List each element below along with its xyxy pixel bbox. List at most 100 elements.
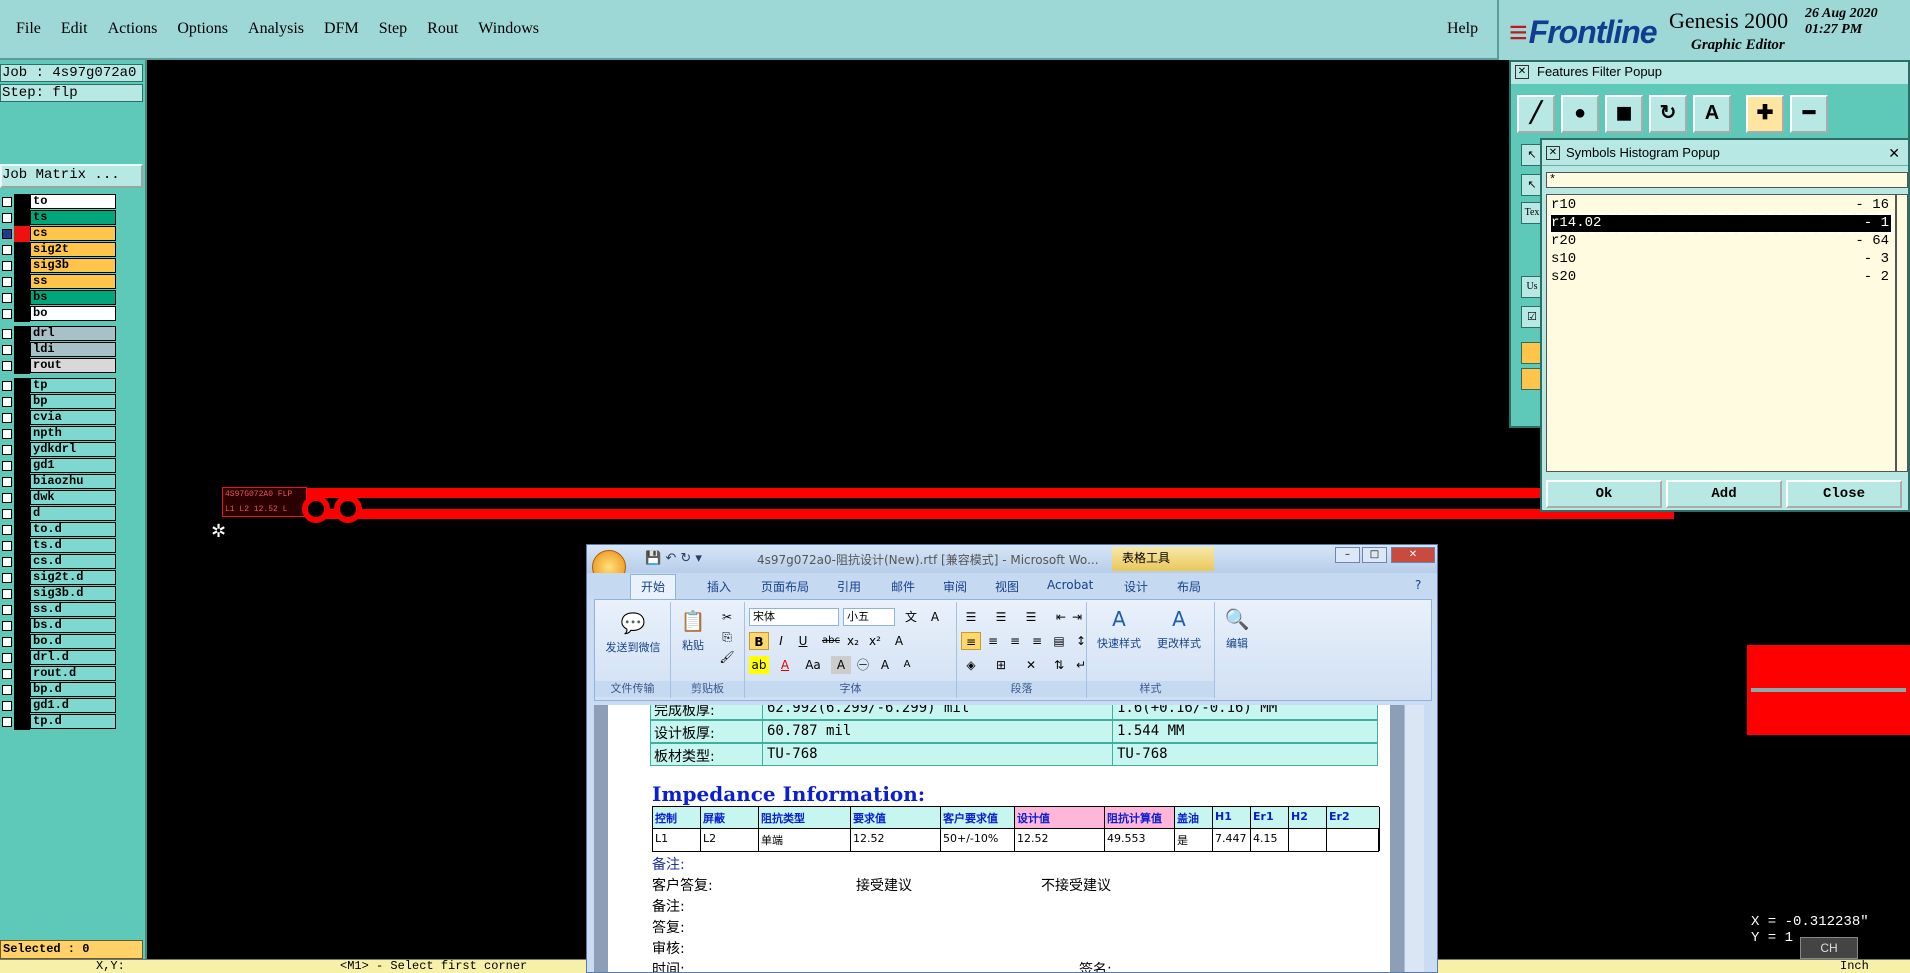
job-matrix-button[interactable]: Job Matrix ... — [0, 164, 143, 188]
layer-row[interactable]: drl — [0, 326, 118, 342]
layer-name[interactable]: sig2t.d — [30, 570, 116, 585]
layer-checkbox[interactable] — [2, 397, 12, 407]
multilevel-list-icon[interactable]: ☰ — [1021, 608, 1041, 626]
justify-icon[interactable]: ≡ — [1027, 632, 1047, 650]
wen-icon[interactable]: 文 — [901, 608, 921, 626]
font-name-select[interactable]: 宋体 — [749, 608, 839, 626]
highlight-icon[interactable]: ab — [749, 656, 769, 674]
layer-row[interactable]: sig3b.d — [0, 586, 118, 602]
layer-name[interactable]: ss — [30, 274, 116, 289]
layer-work-indicator[interactable] — [14, 342, 30, 358]
symbol-row[interactable]: r20 - 64 — [1551, 233, 1891, 250]
layer-checkbox[interactable] — [2, 509, 12, 519]
layer-name[interactable]: d — [30, 506, 116, 521]
layer-row[interactable]: bo.d — [0, 634, 118, 650]
layer-work-indicator[interactable] — [14, 650, 30, 666]
numbering-icon[interactable]: ☰ — [991, 608, 1011, 626]
close-icon[interactable]: ✕ — [1391, 547, 1435, 563]
layer-name[interactable]: ts — [30, 210, 116, 225]
minimize-icon[interactable]: – — [1335, 547, 1360, 563]
layer-checkbox[interactable] — [2, 557, 12, 567]
trace-top[interactable] — [307, 488, 1674, 498]
layer-checkbox[interactable] — [2, 685, 12, 695]
strikethrough-icon[interactable]: abc — [821, 632, 841, 650]
change-case-icon[interactable]: Aa — [803, 656, 823, 674]
pad-tool-icon[interactable]: ● — [1561, 95, 1599, 133]
menu-help[interactable]: Help — [1447, 20, 1478, 38]
close-icon[interactable]: ✕ — [1515, 65, 1529, 79]
layer-row[interactable]: gd1.d — [0, 698, 118, 714]
layer-work-indicator[interactable] — [14, 290, 30, 306]
menu-rout[interactable]: Rout — [417, 20, 468, 38]
layer-work-indicator[interactable] — [14, 306, 30, 322]
layer-name[interactable]: biaozhu — [30, 474, 116, 489]
layer-row[interactable]: sig2t — [0, 242, 118, 258]
layer-row[interactable]: to — [0, 194, 118, 210]
input-method-button[interactable]: CH — [1800, 937, 1858, 959]
paste-button[interactable]: 📋 粘贴 — [673, 608, 713, 653]
tab-design[interactable]: 设计 — [1124, 578, 1148, 595]
align-left-icon[interactable]: ≡ — [961, 632, 981, 650]
borders-icon[interactable]: ⊞ — [991, 656, 1011, 674]
layer-row[interactable]: ydkdrl — [0, 442, 118, 458]
bold-icon[interactable]: B — [749, 632, 769, 650]
symbol-row[interactable]: r14.02 - 1 — [1549, 213, 1893, 234]
layer-checkbox[interactable] — [2, 701, 12, 711]
chinese-layout-icon[interactable]: ✕ — [1021, 656, 1041, 674]
document-page[interactable]: 完成板厚: 62.992(6.299/-6.299) mil 1.6(+0.16… — [608, 705, 1390, 972]
superscript-icon[interactable]: x² — [865, 632, 885, 650]
increase-indent-icon[interactable]: ⇥ — [1067, 608, 1087, 626]
menu-analysis[interactable]: Analysis — [238, 20, 314, 38]
enclose-char-icon[interactable]: ㊀ — [853, 656, 873, 674]
layer-work-indicator[interactable] — [14, 258, 30, 274]
layer-row[interactable]: bs.d — [0, 618, 118, 634]
cut-icon[interactable]: ✂ — [717, 608, 737, 626]
layer-row[interactable]: d — [0, 506, 118, 522]
layer-name[interactable]: to — [30, 194, 116, 209]
format-painter-icon[interactable]: 🖌 — [717, 648, 737, 666]
layer-checkbox[interactable] — [2, 573, 12, 583]
tab-acrobat[interactable]: Acrobat — [1047, 578, 1093, 592]
layer-work-indicator[interactable] — [14, 226, 30, 242]
table-tools-tab[interactable]: 表格工具 — [1112, 547, 1214, 571]
subscript-icon[interactable]: x₂ — [843, 632, 863, 650]
layer-row[interactable]: rout — [0, 358, 118, 374]
layer-checkbox[interactable] — [2, 541, 12, 551]
layer-row[interactable]: ts — [0, 210, 118, 226]
underline-icon[interactable]: U — [793, 632, 813, 650]
arc-tool-icon[interactable]: ↻ — [1649, 95, 1687, 133]
layer-work-indicator[interactable] — [14, 394, 30, 410]
layer-name[interactable]: dwk — [30, 490, 116, 505]
layer-row[interactable]: dwk — [0, 490, 118, 506]
layer-name[interactable]: bs — [30, 290, 116, 305]
layer-name[interactable]: gd1.d — [30, 698, 116, 713]
line-tool-icon[interactable]: ╱ — [1517, 95, 1555, 133]
layer-name[interactable]: tp — [30, 378, 116, 393]
symbol-row[interactable]: r10 - 16 — [1551, 197, 1891, 214]
layer-work-indicator[interactable] — [14, 410, 30, 426]
layer-name[interactable]: tp.d — [30, 714, 116, 729]
layer-row[interactable]: ss — [0, 274, 118, 290]
layer-name[interactable]: ts.d — [30, 538, 116, 553]
pad-left[interactable] — [302, 495, 330, 523]
layer-work-indicator[interactable] — [14, 602, 30, 618]
layer-work-indicator[interactable] — [14, 458, 30, 474]
layer-row[interactable]: ts.d — [0, 538, 118, 554]
trace-bottom[interactable] — [307, 509, 1674, 519]
align-center-icon[interactable]: ≡ — [983, 632, 1003, 650]
layer-checkbox[interactable] — [2, 717, 12, 727]
layer-work-indicator[interactable] — [14, 522, 30, 538]
layer-name[interactable]: rout.d — [30, 666, 116, 681]
tab-view[interactable]: 视图 — [995, 578, 1019, 595]
layer-checkbox[interactable] — [2, 261, 12, 271]
align-right-icon[interactable]: ≡ — [1005, 632, 1025, 650]
layer-checkbox[interactable] — [2, 229, 12, 239]
layer-checkbox[interactable] — [2, 493, 12, 503]
distributed-icon[interactable]: ▤ — [1049, 632, 1069, 650]
layer-work-indicator[interactable] — [14, 474, 30, 490]
layer-row[interactable]: bp.d — [0, 682, 118, 698]
font-size-select[interactable]: 小五 — [843, 608, 895, 626]
close-button[interactable]: Close — [1786, 480, 1902, 508]
layer-checkbox[interactable] — [2, 669, 12, 679]
tab-review[interactable]: 审阅 — [943, 578, 967, 595]
